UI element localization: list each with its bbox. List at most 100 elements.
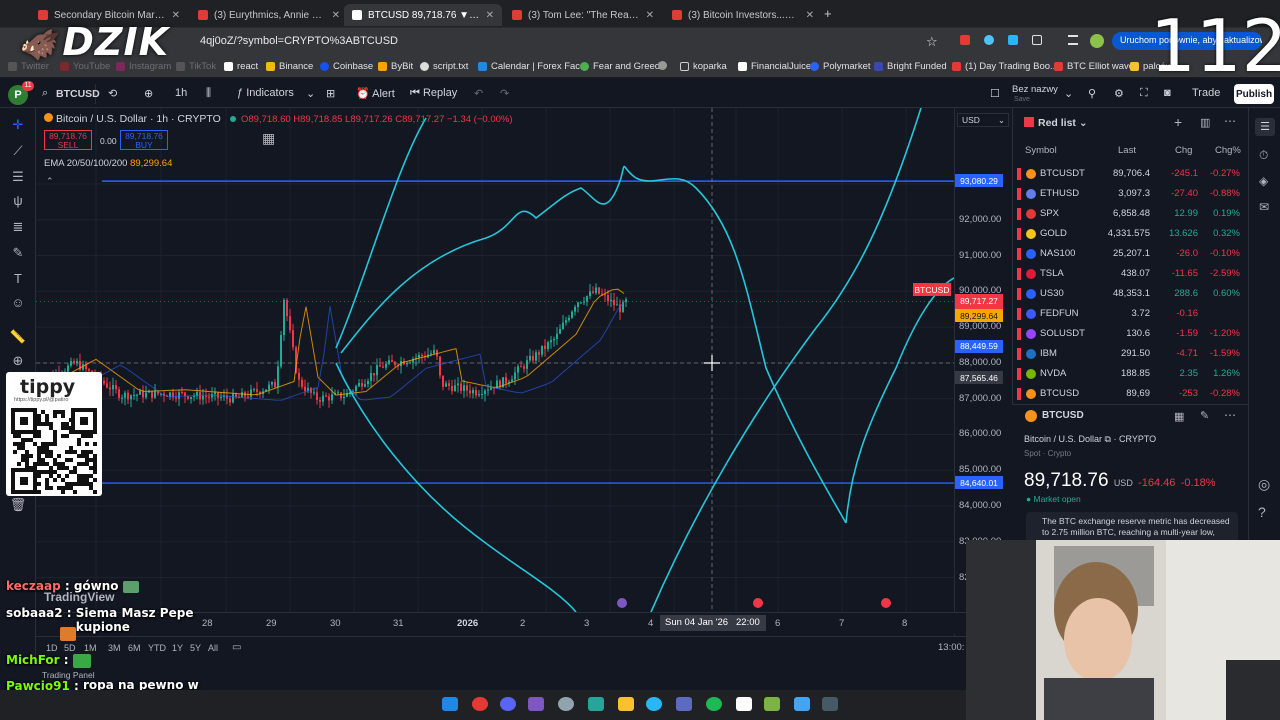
crosshair-icon[interactable]: ✛ [9,118,27,132]
close-icon[interactable]: ✕ [806,10,814,21]
bookmark[interactable]: Bright Funded [874,61,947,72]
detail-symbol[interactable]: BTCUSD [1042,410,1084,421]
close-icon[interactable]: ✕ [646,10,654,21]
watchlist-row[interactable]: NAS100 25,207.1 -26.0 -0.10% [1016,244,1246,264]
horizontal-lines-icon[interactable]: ☰ [9,170,27,184]
bookmark[interactable]: Calendar | Forex Fac... [478,61,588,72]
app-icon[interactable] [822,697,838,711]
target-icon[interactable]: ◎ [1258,476,1270,493]
spotify-icon[interactable] [706,697,722,711]
indicator-dropdown-icon[interactable]: ⌄ [306,87,315,100]
calendar-icon[interactable]: ▭ [232,642,241,653]
bookmark-folder[interactable]: koparka [680,61,727,72]
watchlist-row[interactable]: TSLA 438.07 -11.65 -2.59% [1016,264,1246,284]
indicators-button[interactable]: ƒ Indicators [237,87,294,99]
pitchfork-icon[interactable]: ψ [9,194,27,208]
add-symbol-button[interactable]: + [1174,114,1182,130]
close-icon[interactable]: ✕ [332,10,340,21]
star-icon[interactable]: ☆ [926,34,938,50]
watchlist-row[interactable]: FEDFUN 3.72 -0.16 [1016,304,1246,324]
browser-tab-active[interactable]: BTCUSD 89,718.76 ▼ −0.18% B ✕ [344,4,502,26]
drawing-curve[interactable] [335,362,577,613]
trade-button[interactable]: Trade [1192,87,1220,99]
bookmark[interactable] [658,61,671,70]
emoji-icon[interactable]: ☺ [9,296,27,310]
watchlist-layout-icon[interactable]: ▥ [1200,116,1210,129]
layout-grid-icon[interactable]: ⊞ [326,87,335,100]
bookmark[interactable]: FinancialJuice [738,61,811,72]
compare-icon[interactable]: ⟲ [108,87,117,100]
watchlist-row[interactable]: US30 48,353.1 288.6 0.60% [1016,284,1246,304]
sell-button[interactable]: 89,718.76 SELL [44,130,92,150]
layout-name[interactable]: Bez nazwy [1012,84,1058,95]
column-header-last[interactable]: Last [1118,145,1136,156]
avatar[interactable] [1090,34,1104,48]
menu-icon[interactable] [1068,35,1078,45]
alarm-clock-icon[interactable]: ⏱ [1259,148,1268,163]
redo-icon[interactable]: ↷ [500,87,509,100]
app-icon[interactable] [676,697,692,711]
fib-icon[interactable]: ≣ [9,220,27,234]
brush-icon[interactable]: ✎ [9,246,27,260]
buy-button[interactable]: 89,718.76 BUY [120,130,168,150]
camera-icon[interactable]: ◙ [1164,87,1171,99]
drawing-curve[interactable] [335,117,427,349]
close-icon[interactable]: ✕ [172,10,180,21]
more-icon[interactable]: ⋯ [1224,408,1236,422]
app-icon[interactable] [794,697,810,711]
bookmark[interactable]: BTC Elliot wave [1054,61,1134,72]
drawing-curve[interactable] [845,277,954,524]
bookmark[interactable]: ByBit [378,61,413,72]
extension-icon[interactable] [960,35,970,45]
layers-icon[interactable]: ◈ [1259,174,1268,188]
new-tab-button[interactable]: + [824,6,832,21]
external-link-icon[interactable]: ⧉ [1105,434,1111,444]
ruler-icon[interactable]: 📏 [9,330,27,344]
settings-gear-icon[interactable]: ⚙ [1114,87,1124,100]
discord-icon[interactable] [500,697,516,711]
layout-dropdown-icon[interactable]: ⌄ [1064,87,1073,100]
collapse-legend-icon[interactable]: ⌃ [46,176,54,187]
bookmark[interactable]: TikTok [176,61,216,72]
browser-tab[interactable]: (3) Eurythmics, Annie Lenno ✕ [190,4,348,26]
text-tool-icon[interactable]: T [9,272,27,286]
watchlist-row[interactable]: ETHUSD 3,097.3 -27.40 -0.88% [1016,184,1246,204]
price-chart[interactable] [36,108,954,636]
watchlist-row[interactable]: NVDA 188.85 2.35 1.26% [1016,364,1246,384]
publish-button[interactable]: Publish [1234,84,1274,104]
range-button[interactable]: All [208,643,218,653]
add-symbol-icon[interactable]: ⊕ [144,87,153,100]
url-field[interactable]: 4qj0oZ/?symbol=CRYPTO%3ABTCUSD [200,35,398,47]
watchlist-icon[interactable]: ☰ [1255,118,1275,136]
column-header-chg[interactable]: Chg [1175,145,1192,156]
event-marker-icon[interactable] [617,598,627,608]
chart-pane[interactable] [36,108,954,636]
chat-icon[interactable]: ✉ [1259,200,1269,214]
undo-icon[interactable]: ↶ [474,87,483,100]
watchlist-title[interactable]: Red list ⌄ [1038,117,1088,129]
extension-icon[interactable] [1008,35,1018,45]
news-item[interactable]: The BTC exchange reserve metric has decr… [1026,512,1238,542]
windows-start-icon[interactable] [442,697,458,711]
edit-icon[interactable]: ✎ [1200,409,1209,422]
table-icon[interactable]: ▦ [262,130,275,147]
app-icon[interactable] [558,697,574,711]
alert-button[interactable]: ⏰ Alert [356,87,395,100]
trend-line-icon[interactable]: ⟋ [9,144,27,158]
app-icon[interactable] [528,697,544,711]
trash-icon[interactable]: 🗑 [9,498,27,512]
app-icon[interactable] [736,697,752,711]
detail-grid-icon[interactable]: ▦ [1174,410,1184,423]
browser-tab[interactable]: (3) Bitcoin Investors...What to E ✕ [664,4,822,26]
watchlist-row[interactable]: BTCUSD 89,69 -253 -0.28% [1016,384,1246,404]
bookmark[interactable]: Coinbase [320,61,373,72]
zoom-icon[interactable]: ⊕ [9,354,27,368]
bookmark[interactable]: Fear and Greed [580,61,660,72]
bookmark[interactable]: Polymarket [810,61,871,72]
bookmark[interactable]: react [224,61,258,72]
candle-type-icon[interactable]: ⫼ [206,87,211,100]
watchlist-row[interactable]: SOLUSDT 130.6 -1.59 -1.20% [1016,324,1246,344]
more-icon[interactable]: ⋯ [1224,114,1236,128]
bookmark[interactable]: script.txt [420,61,468,72]
browser-tab[interactable]: (3) Tom Lee: "The Real Bull Run ✕ [504,4,662,26]
